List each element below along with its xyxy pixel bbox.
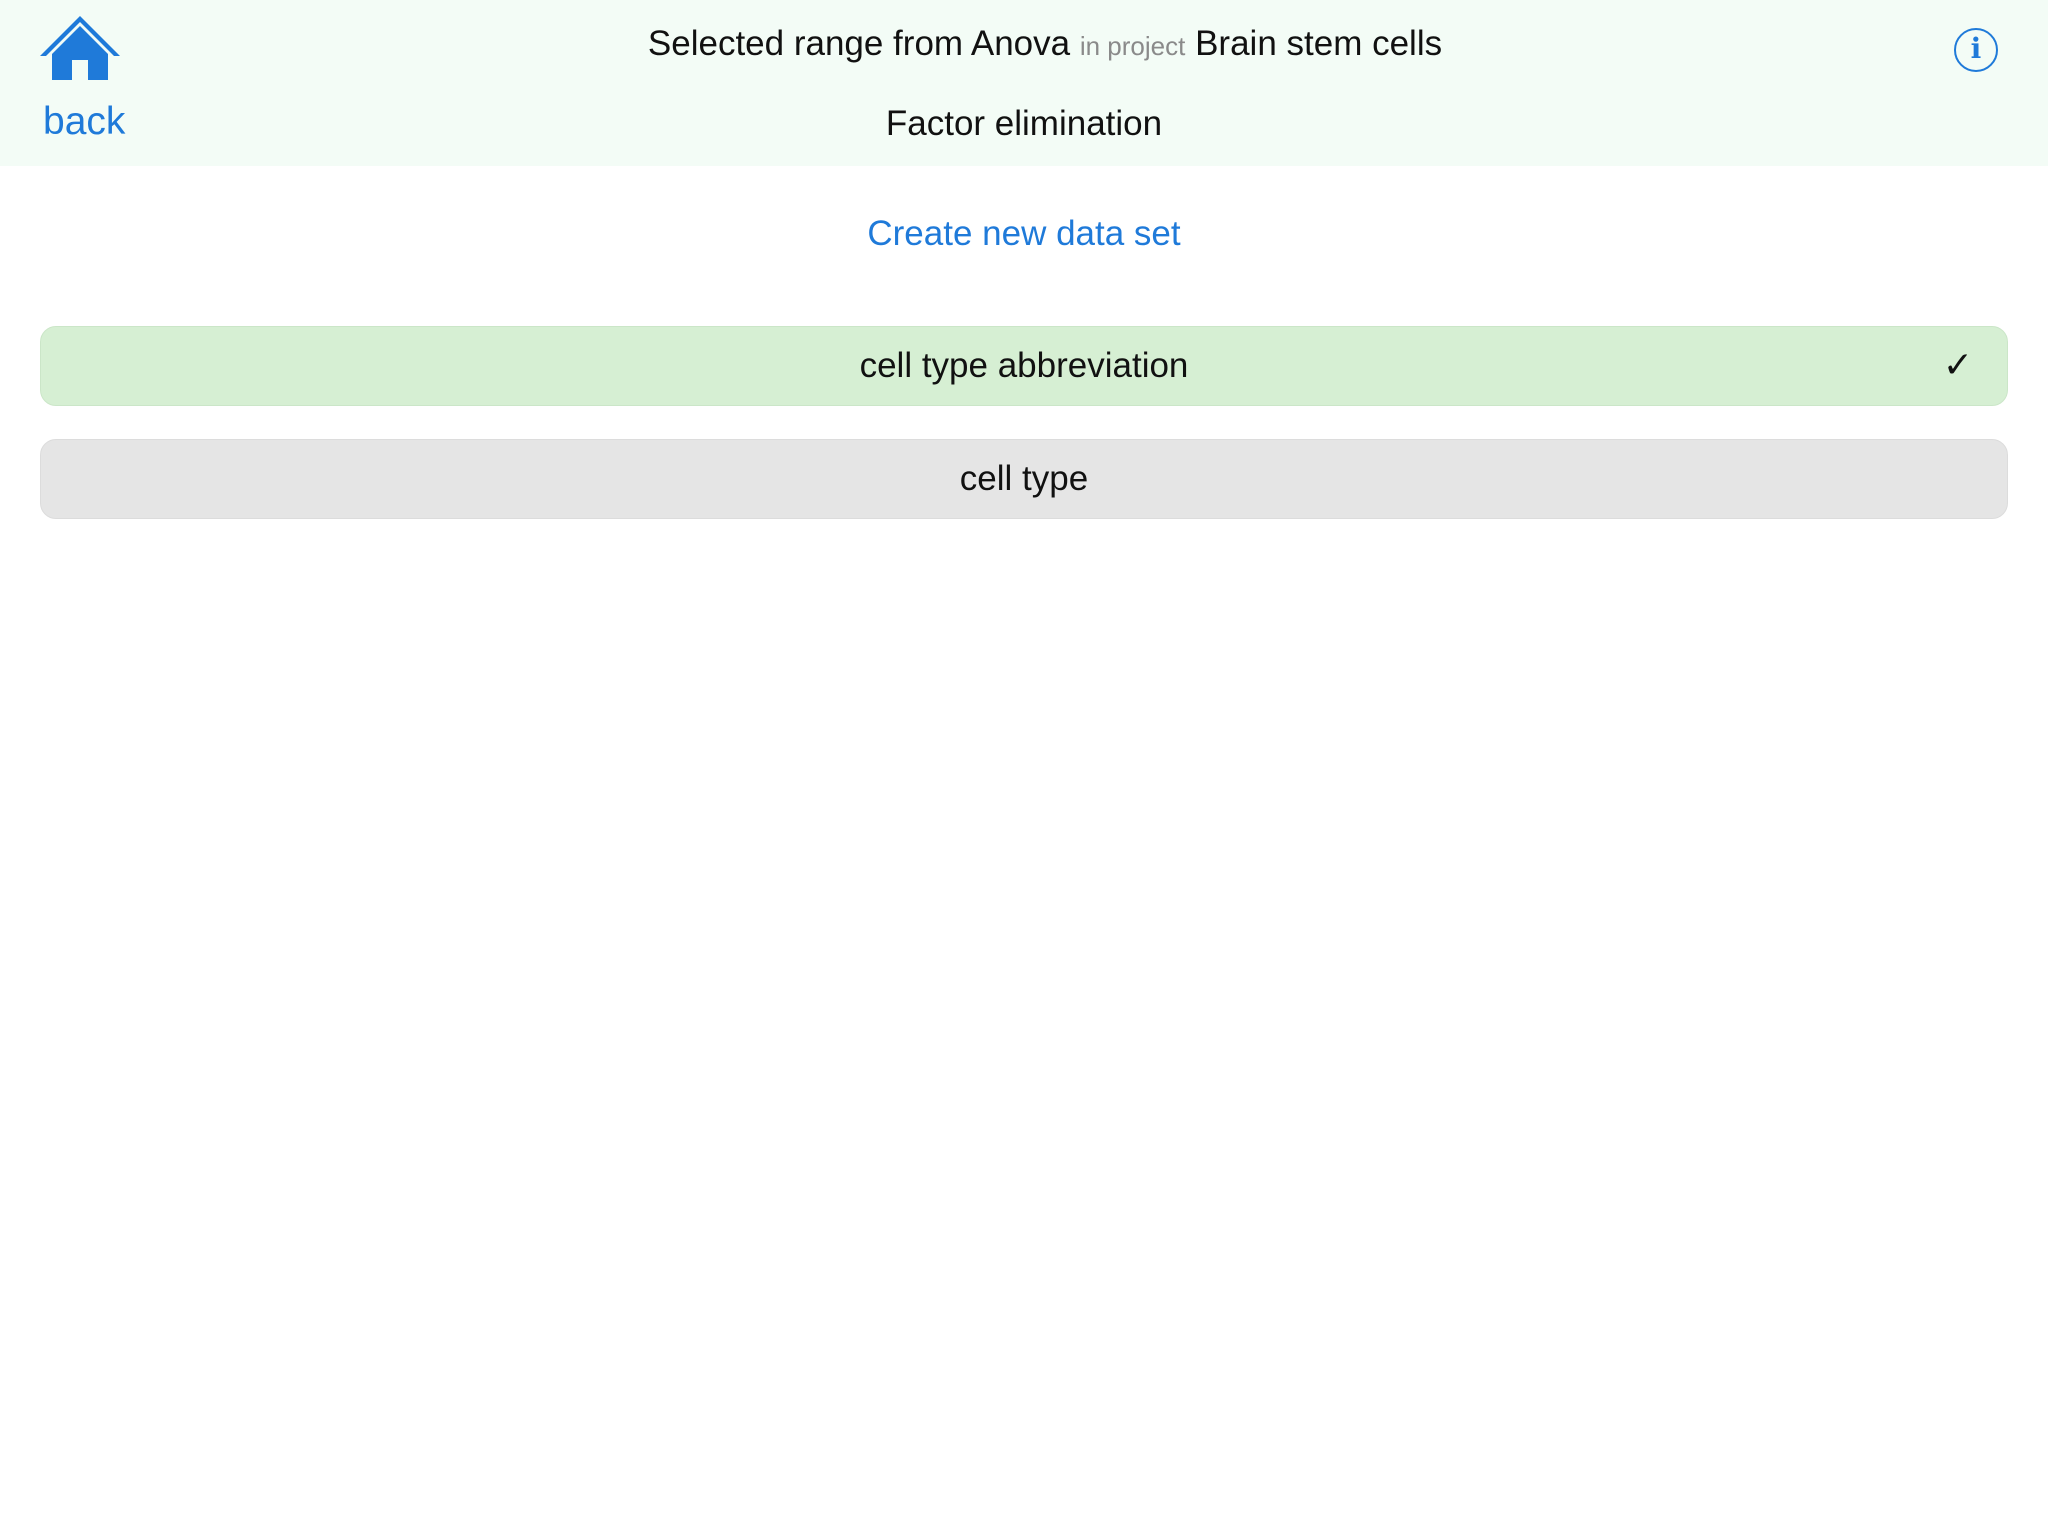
header-bar: back Selected range from Anova in projec… [0, 0, 2048, 166]
home-back-button[interactable]: back [34, 14, 126, 164]
factor-row-cell-type[interactable]: cell type [40, 439, 2008, 519]
info-icon[interactable]: i [1954, 28, 1998, 72]
checkmark-icon: ✓ [1942, 345, 1973, 386]
page-title: Selected range from Anova in project Bra… [250, 24, 1840, 64]
title-prefix: Selected range from Anova [647, 24, 1071, 63]
factor-row-cell-type-abbreviation[interactable]: cell type abbreviation ✓ [40, 326, 2008, 406]
create-new-data-set-link[interactable]: Create new data set [40, 214, 2008, 254]
house-icon [38, 14, 122, 82]
title-connector: in project [1079, 31, 1186, 61]
back-label: back [43, 100, 126, 143]
factor-label: cell type [959, 459, 1089, 498]
project-name: Brain stem cells [1195, 24, 1443, 63]
page-subtitle: Factor elimination [885, 104, 1163, 143]
factor-label: cell type abbreviation [859, 346, 1189, 385]
